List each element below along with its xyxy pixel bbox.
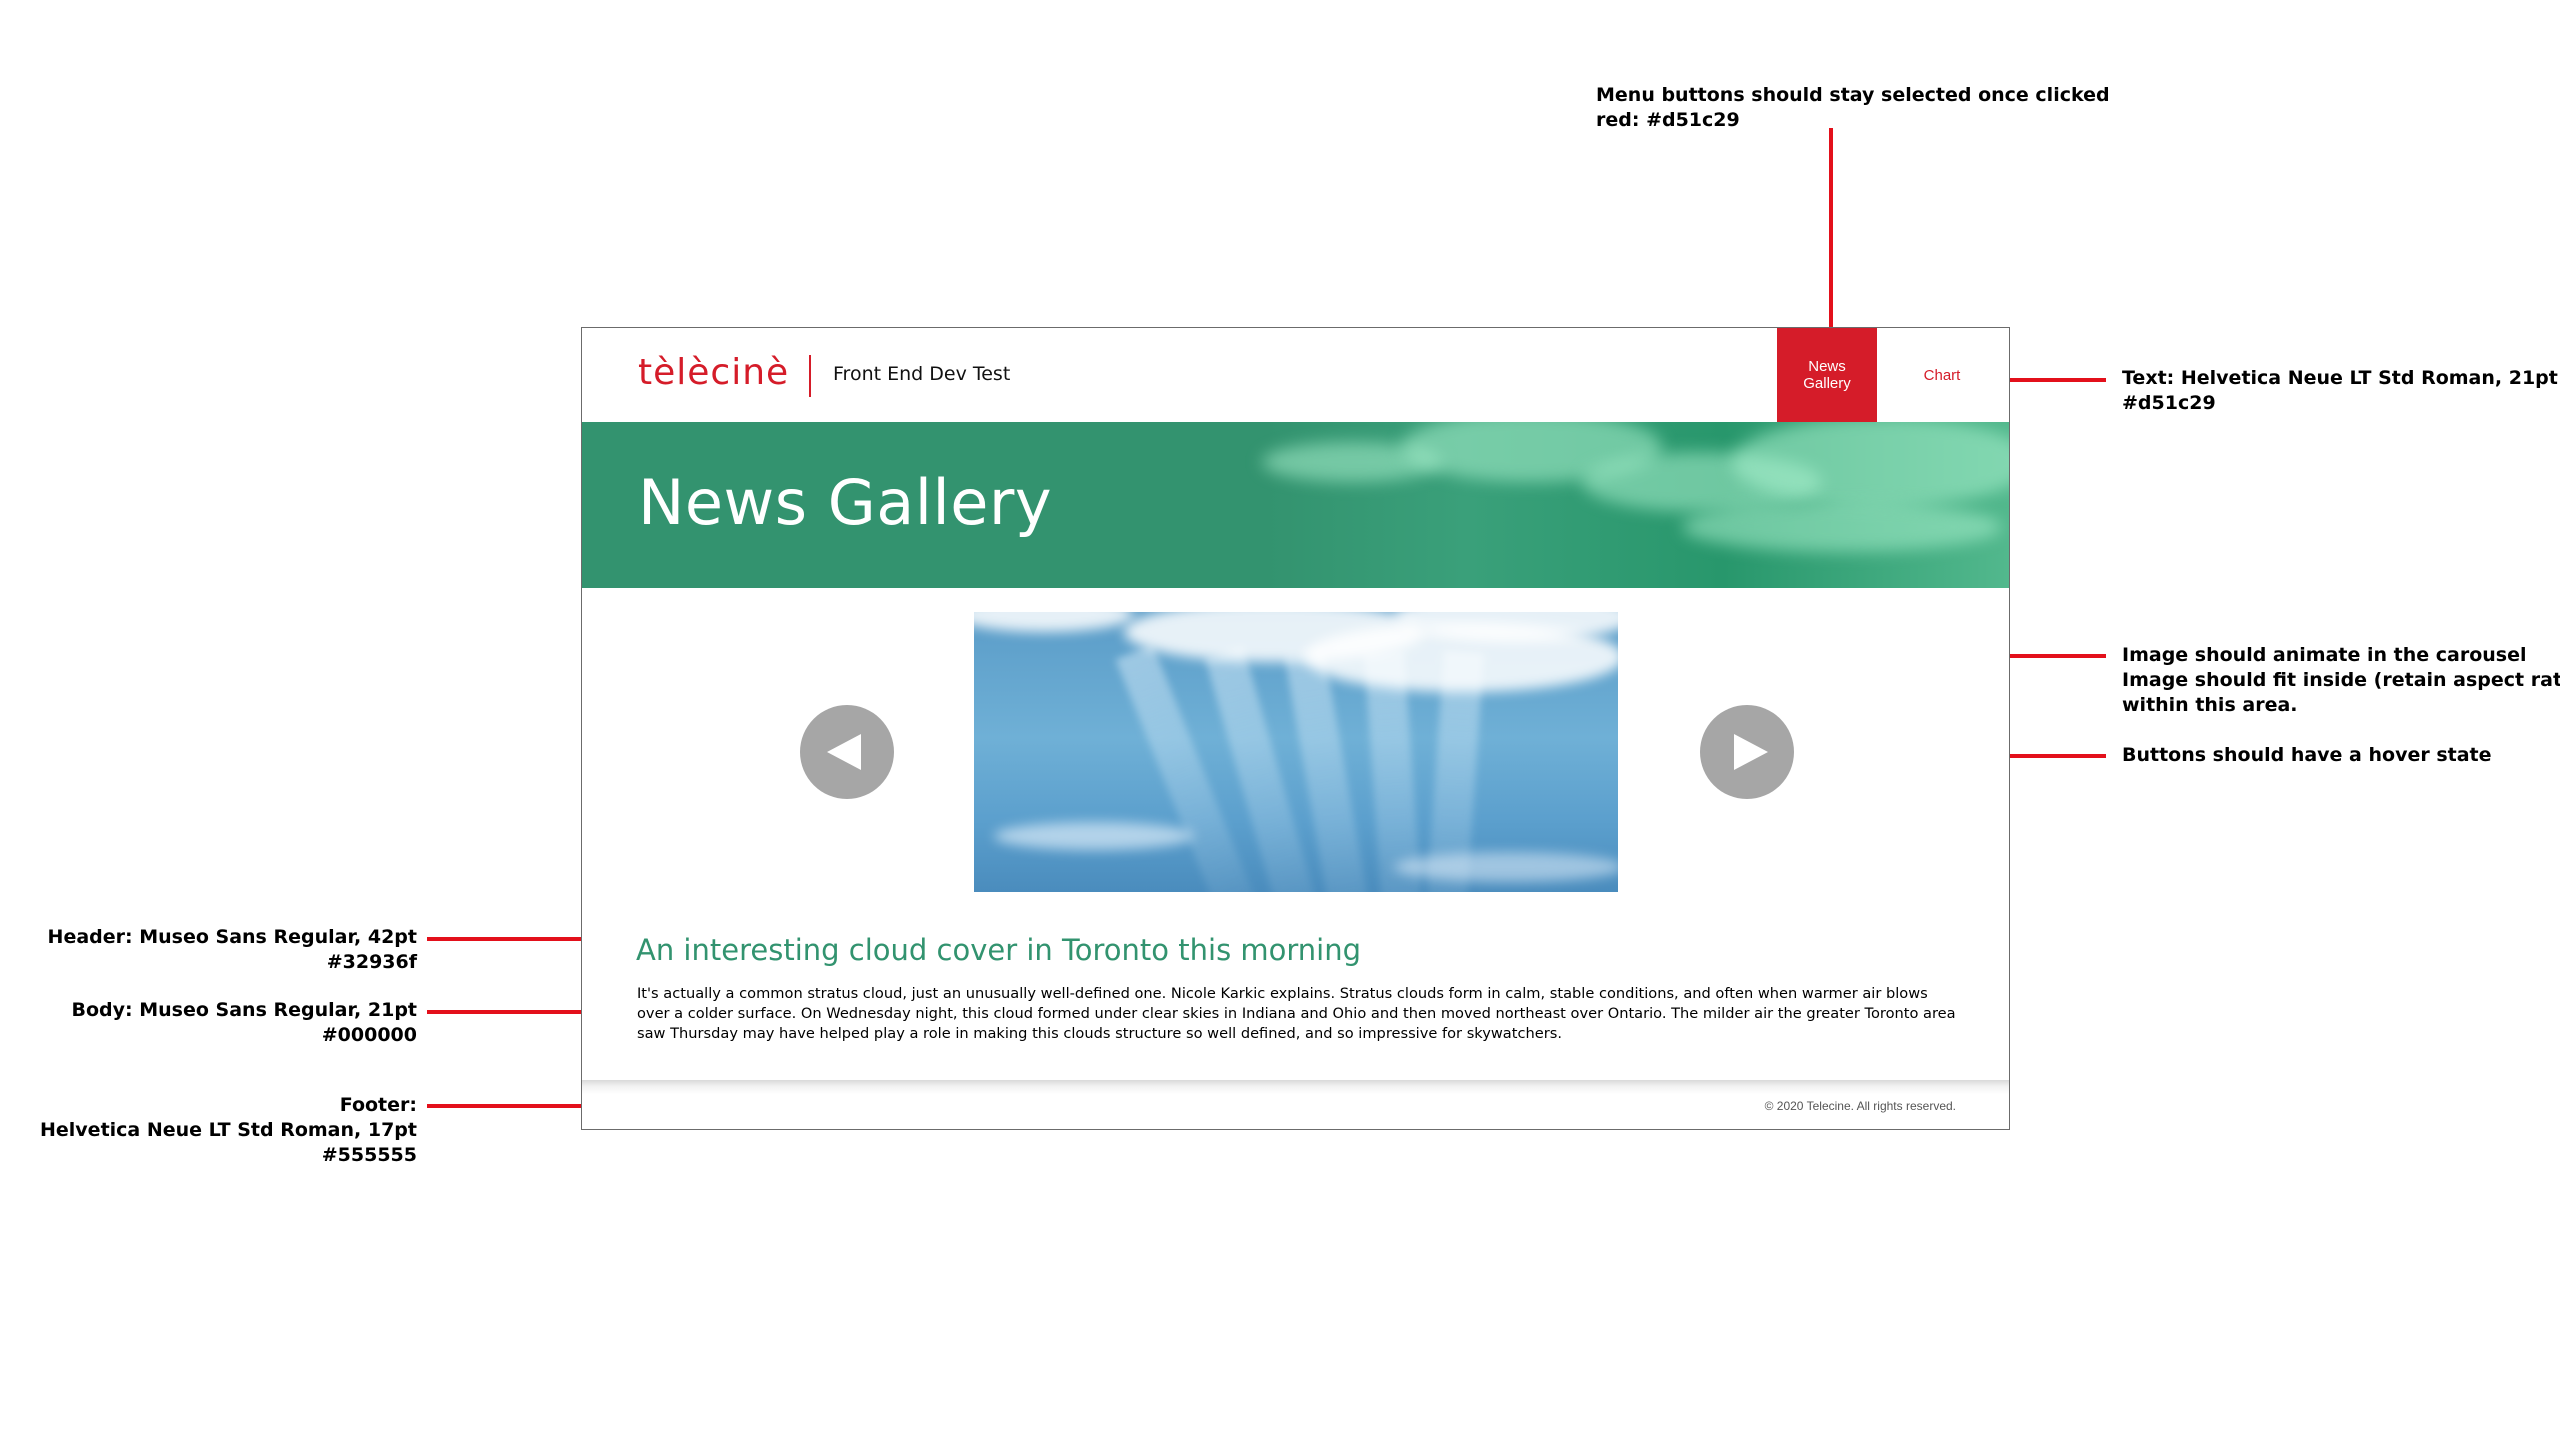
image-cloud <box>994 822 1194 850</box>
image-annotation: Image should animate in the carousel Ima… <box>2122 643 2560 718</box>
annotation-line-1: Text: Helvetica Neue LT Std Roman, 21pt <box>2122 367 2558 389</box>
menu-annotation: Menu buttons should stay selected once c… <box>1596 83 2110 133</box>
annotation-line-1: Header: Museo Sans Regular, 42pt <box>47 926 417 948</box>
annotation-line-1: Menu buttons should stay selected once c… <box>1596 84 2110 106</box>
menu-button-label: Chart <box>1923 366 1961 384</box>
image-cloud <box>974 612 1134 632</box>
logo-divider <box>809 355 811 397</box>
body-annotation: Body: Museo Sans Regular, 21pt #000000 <box>72 998 418 1048</box>
design-spec-canvas: Menu buttons should stay selected once c… <box>0 0 2560 1440</box>
menu-button-label: News Gallery <box>1803 358 1851 392</box>
annotation-line-2: red: #d51c29 <box>1596 109 1740 131</box>
footer-copyright: © 2020 Telecine. All rights reserved. <box>1764 1099 1956 1113</box>
page-title: News Gallery <box>638 466 1053 539</box>
triangle-left-icon <box>827 734 861 770</box>
page-banner: News Gallery <box>582 422 2009 588</box>
menu-annotation-leader <box>1829 128 1833 328</box>
menu-label-line-1: News <box>1808 358 1846 375</box>
annotation-line-1: Body: Museo Sans Regular, 21pt <box>71 999 418 1021</box>
website-mockup: tèlècinè Front End Dev Test News Gallery… <box>581 327 2010 1130</box>
triangle-right-icon <box>1734 734 1768 770</box>
image-cloud <box>1394 852 1618 882</box>
annotation-line-1: Footer: <box>339 1094 417 1116</box>
menu-label-line-2: Gallery <box>1803 375 1851 392</box>
carousel-image <box>974 612 1618 892</box>
annotation-line-3: within this area. <box>2122 694 2298 716</box>
menu-button-news-gallery[interactable]: News Gallery <box>1777 328 1877 422</box>
header-annotation: Header: Museo Sans Regular, 42pt #32936f <box>48 925 417 975</box>
annotation-line-2: Image should fit inside (retain aspect r… <box>2122 669 2560 691</box>
annotation-line-1: Image should animate in the carousel <box>2122 644 2527 666</box>
article-title: An interesting cloud cover in Toronto th… <box>636 933 1362 967</box>
page-footer: © 2020 Telecine. All rights reserved. <box>582 1080 2009 1129</box>
article-body: It's actually a common stratus cloud, ju… <box>637 985 1956 1042</box>
buttons-annotation: Buttons should have a hover state <box>2122 743 2492 768</box>
menu-button-chart[interactable]: Chart <box>1902 328 1982 422</box>
top-navigation-bar: tèlècinè Front End Dev Test News Gallery… <box>582 328 2009 422</box>
annotation-line-2: #32936f <box>326 951 417 973</box>
carousel-next-button[interactable] <box>1700 705 1794 799</box>
carousel-prev-button[interactable] <box>800 705 894 799</box>
site-subtitle: Front End Dev Test <box>833 363 1011 385</box>
annotation-line-2: #000000 <box>321 1024 417 1046</box>
text-annotation: Text: Helvetica Neue LT Std Roman, 21pt … <box>2122 366 2558 416</box>
telecine-logo[interactable]: tèlècinè <box>638 352 789 393</box>
annotation-line-2: #d51c29 <box>2122 392 2216 414</box>
banner-cloud <box>1682 502 2002 552</box>
annotation-line-2: Helvetica Neue LT Std Roman, 17pt <box>40 1119 417 1141</box>
annotation-line-3: #555555 <box>321 1144 417 1166</box>
annotation-line-1: Buttons should have a hover state <box>2122 744 2492 766</box>
footer-annotation: Footer: Helvetica Neue LT Std Roman, 17p… <box>40 1093 417 1168</box>
